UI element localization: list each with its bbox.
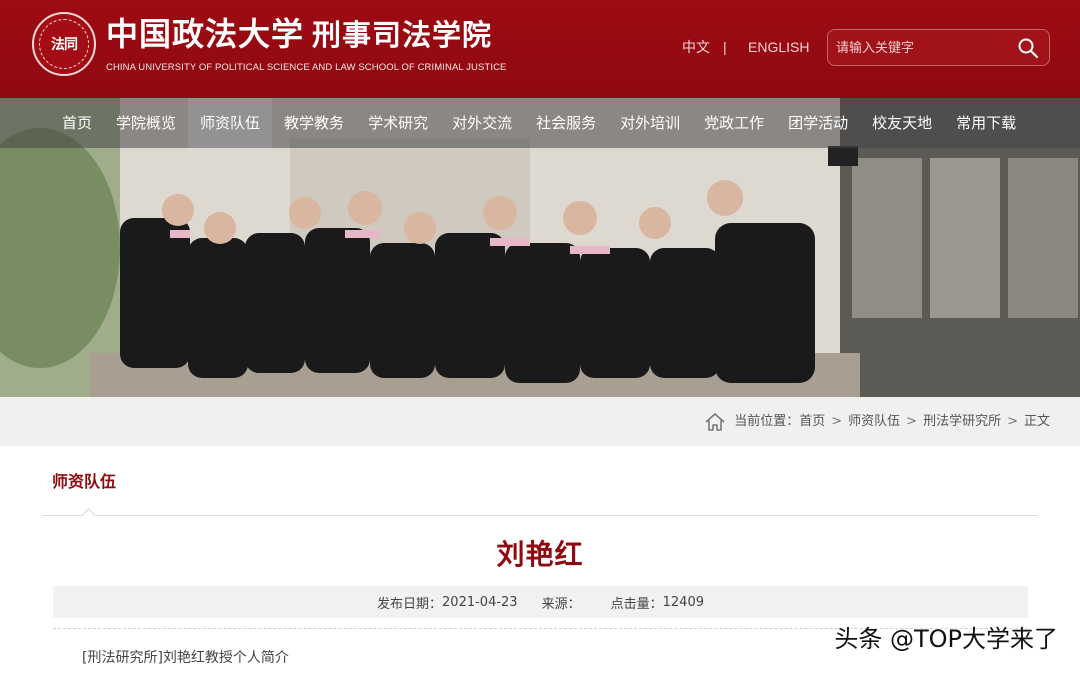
nav-item-party-admin[interactable]: 党政工作 xyxy=(692,98,776,148)
nav-item-alumni[interactable]: 校友天地 xyxy=(860,98,944,148)
views-count: 12409 xyxy=(662,594,704,610)
home-icon xyxy=(705,413,725,431)
nav-item-training[interactable]: 对外培训 xyxy=(608,98,692,148)
watermark-text: 头条 @TOP大学来了 xyxy=(834,625,1058,653)
breadcrumb-separator: > xyxy=(1007,414,1018,429)
breadcrumb-bar: 当前位置： 首页 > 师资队伍 > 刑法学研究所 > 正文 xyxy=(0,397,1080,446)
school-name-cn: 刑事司法学院 xyxy=(312,18,493,52)
source-label: 来源： xyxy=(541,596,581,612)
section-divider xyxy=(42,515,1038,516)
breadcrumb-separator: > xyxy=(831,414,843,429)
search-icon[interactable] xyxy=(1017,37,1039,59)
nav-item-exchange[interactable]: 对外交流 xyxy=(440,98,524,148)
breadcrumb-separator: > xyxy=(906,414,918,429)
lang-english-link[interactable]: ENGLISH xyxy=(748,38,809,56)
nav-item-research[interactable]: 学术研究 xyxy=(356,98,440,148)
site-header: 法同 中国政法大学 刑事司法学院 CHINA UNIVERSITY OF POLI… xyxy=(0,0,1080,98)
breadcrumb-label: 当前位置： xyxy=(734,414,800,429)
section-title: 师资队伍 xyxy=(52,472,117,491)
breadcrumb-faculty[interactable]: 师资队伍 xyxy=(848,412,900,432)
nav-item-overview[interactable]: 学院概览 xyxy=(104,98,188,148)
breadcrumb: 当前位置： 首页 > 师资队伍 > 刑法学研究所 > 正文 xyxy=(704,412,1050,432)
views-label: 点击量： xyxy=(610,596,663,612)
nav-item-faculty[interactable]: 师资队伍 xyxy=(188,98,273,148)
section-divider-notch xyxy=(82,508,95,521)
article-title: 刘艳红 xyxy=(496,538,584,571)
main-nav: 首页 学院概览 师资队伍 教学教务 学术研究 对外交流 社会服务 对外培训 党政… xyxy=(0,98,1080,148)
nav-item-downloads[interactable]: 常用下载 xyxy=(944,98,1028,148)
nav-item-social-service[interactable]: 社会服务 xyxy=(524,98,608,148)
university-seal-logo[interactable]: 法同 xyxy=(32,12,96,76)
breadcrumb-current: 正文 xyxy=(1023,414,1050,429)
publish-date-value: 2021-04-23 xyxy=(442,594,518,610)
breadcrumb-criminal-law-institute[interactable]: 刑法学研究所 xyxy=(923,412,1001,432)
search-input[interactable] xyxy=(836,36,1006,60)
site-name-cn[interactable]: 中国政法大学 刑事司法学院 xyxy=(106,12,492,56)
search-box xyxy=(827,29,1050,66)
nav-item-home[interactable]: 首页 xyxy=(50,98,104,148)
university-name-cn: 中国政法大学 xyxy=(106,15,305,53)
article-intro-text: [刑法研究所]刘艳红教授个人简介 xyxy=(82,650,289,666)
seal-inner-text: 法同 xyxy=(39,19,89,69)
site-name-en: CHINA UNIVERSITY OF POLITICAL SCIENCE AN… xyxy=(106,62,507,73)
lang-separator: | xyxy=(723,39,727,55)
publish-date-label: 发布日期： xyxy=(377,596,443,612)
lang-chinese-link[interactable]: 中文 xyxy=(682,38,710,56)
article-meta-bar: 发布日期： 2021-04-23 来源： 点击量： 12409 xyxy=(53,586,1028,618)
breadcrumb-home[interactable]: 首页 xyxy=(799,412,825,432)
nav-item-teaching[interactable]: 教学教务 xyxy=(272,98,356,148)
nav-item-student-activities[interactable]: 团学活动 xyxy=(776,98,860,148)
